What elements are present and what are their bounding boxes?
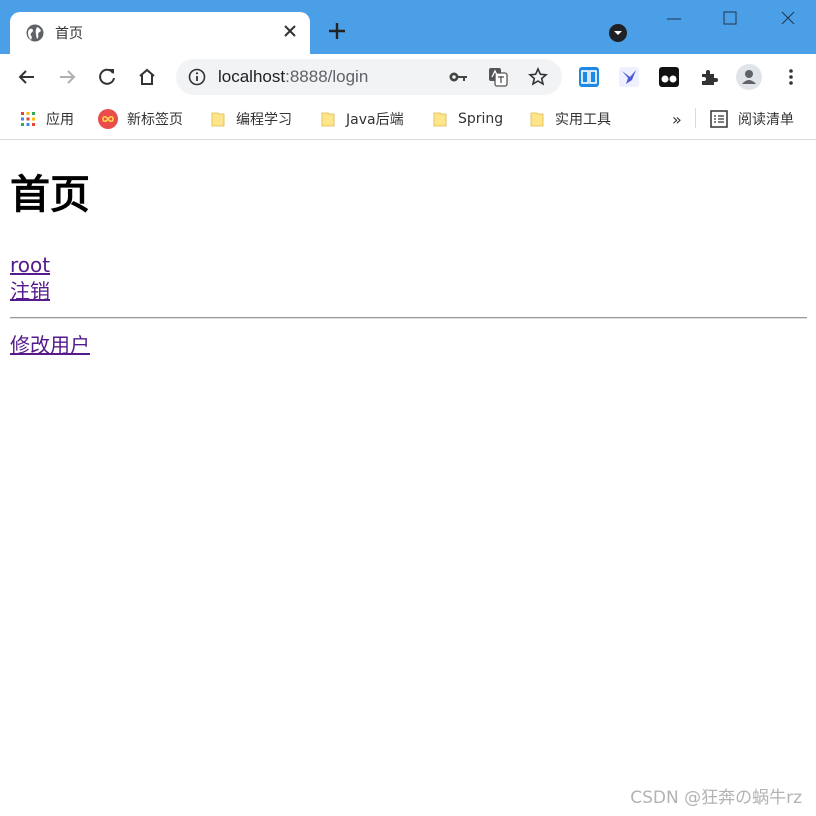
more-menu-icon[interactable] (780, 66, 802, 88)
url-host: localhost (218, 67, 286, 86)
logout-link[interactable]: 注销 (10, 278, 807, 304)
info-icon[interactable] (188, 68, 206, 86)
bookmark-folder-tools[interactable]: 实用工具 (529, 108, 611, 130)
page-title: 首页 (10, 172, 90, 218)
bookmark-label: Spring (458, 111, 504, 127)
bookmarks-overflow-button[interactable]: » (672, 108, 682, 130)
bookmark-label: 新标签页 (127, 112, 183, 128)
url-text[interactable]: localhost:8888/login (218, 67, 368, 87)
bookmarks-bar: 应用 新标签页 编程学习 Java后端 Spring 实用工具 » 阅读清单 (0, 100, 816, 140)
key-icon[interactable] (448, 68, 468, 86)
bookmark-folder-programming[interactable]: 编程学习 (210, 108, 292, 130)
folder-icon (321, 112, 335, 127)
extension-bird-icon[interactable] (618, 66, 640, 88)
folder-icon (211, 112, 225, 127)
bookmark-label: 编程学习 (236, 112, 292, 128)
close-icon[interactable] (282, 23, 298, 39)
globe-icon (26, 24, 44, 42)
bookmark-apps[interactable]: 应用 (20, 108, 74, 130)
watermark: CSDN @狂奔の蜗牛rz (630, 788, 802, 808)
extension-qiandao-icon[interactable] (578, 66, 600, 88)
address-bar[interactable]: localhost:8888/login (176, 59, 562, 95)
bookmarks-divider (695, 108, 696, 128)
user-link[interactable]: root (10, 252, 807, 278)
horizontal-rule (10, 317, 807, 319)
reading-list-button[interactable]: 阅读清单 (710, 108, 794, 130)
tab-strip: 首页 (0, 0, 816, 54)
edit-user-link[interactable]: 修改用户 (10, 332, 807, 358)
folder-icon (530, 112, 544, 127)
page-content: 首页 root 注销 修改用户 (10, 140, 807, 358)
url-path: :8888/login (285, 67, 369, 86)
new-tab-plus-icon[interactable] (326, 20, 348, 42)
tab-search-icon[interactable] (608, 23, 628, 43)
translate-icon[interactable] (488, 67, 508, 87)
reading-list-label: 阅读清单 (738, 112, 794, 128)
maximize-icon[interactable] (720, 8, 740, 28)
reload-icon[interactable] (96, 66, 118, 88)
apps-grid-icon (21, 112, 35, 126)
browser-toolbar: localhost:8888/login (0, 54, 816, 100)
bookmark-folder-java[interactable]: Java后端 (320, 108, 404, 130)
bookmark-new-tab[interactable]: 新标签页 (98, 108, 183, 130)
bookmark-star-icon[interactable] (528, 67, 548, 87)
tab-title: 首页 (55, 26, 83, 42)
extensions-puzzle-icon[interactable] (698, 66, 720, 88)
forward-arrow-icon[interactable] (56, 66, 78, 88)
bookmark-label: 实用工具 (555, 112, 611, 128)
home-icon[interactable] (136, 66, 158, 88)
bookmark-folder-spring[interactable]: Spring (432, 108, 503, 130)
profile-avatar-icon[interactable] (736, 64, 762, 90)
extension-eyes-icon[interactable] (658, 66, 680, 88)
tab-home[interactable]: 首页 (10, 12, 310, 54)
back-arrow-icon[interactable] (16, 66, 38, 88)
folder-icon (433, 112, 447, 127)
bookmark-label: 应用 (46, 112, 74, 128)
bookmark-label: Java后端 (346, 112, 404, 128)
reading-list-icon (710, 110, 728, 128)
window-close-icon[interactable] (778, 8, 798, 28)
minimize-icon[interactable] (664, 8, 684, 28)
infinity-icon (98, 109, 118, 129)
